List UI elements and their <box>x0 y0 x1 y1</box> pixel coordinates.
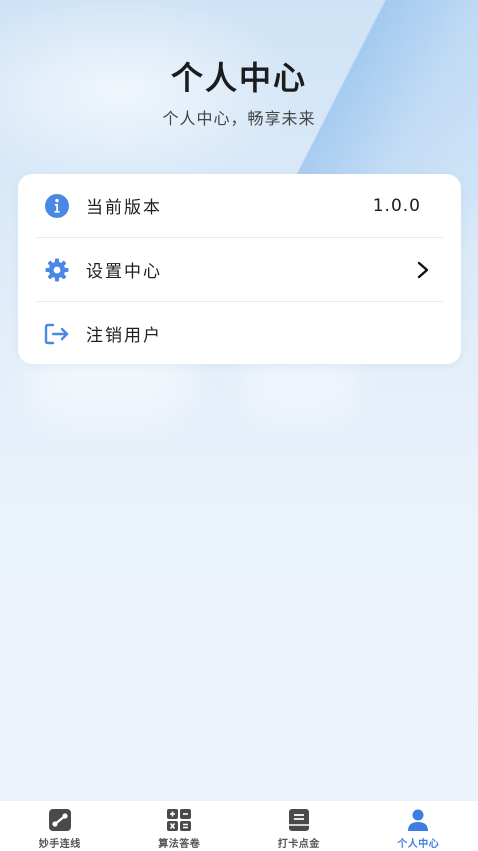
page-subtitle: 个人中心，畅享未来 <box>0 108 478 130</box>
version-row: 当前版本 1.0.0 <box>36 174 443 237</box>
calculator-icon <box>166 809 192 831</box>
settings-card: 当前版本 1.0.0 设置中心 <box>18 174 461 364</box>
page-title: 个人中心 <box>0 56 478 100</box>
tab-link-game[interactable]: 妙手连线 <box>0 801 120 851</box>
deregister-user-row[interactable]: 注销用户 <box>36 302 443 365</box>
tab-personal-center[interactable]: 个人中心 <box>359 801 478 851</box>
link-icon <box>47 809 73 831</box>
person-icon <box>405 809 431 831</box>
version-value: 1.0.0 <box>373 196 421 216</box>
tab-label: 妙手连线 <box>39 835 81 850</box>
tab-label: 个人中心 <box>397 835 439 850</box>
tab-algorithm-quiz[interactable]: 算法答卷 <box>120 801 240 851</box>
tab-label: 算法答卷 <box>158 835 200 850</box>
info-icon <box>42 191 72 221</box>
bottom-tab-bar: 妙手连线 算法答卷 打卡点金 <box>0 800 478 851</box>
book-icon <box>286 809 312 831</box>
version-label: 当前版本 <box>86 193 162 218</box>
tab-check-in[interactable]: 打卡点金 <box>239 801 359 851</box>
settings-center-row[interactable]: 设置中心 <box>36 238 443 301</box>
chevron-right-icon <box>413 260 433 280</box>
tab-label: 打卡点金 <box>278 835 320 850</box>
settings-center-label: 设置中心 <box>86 257 162 282</box>
deregister-user-label: 注销用户 <box>86 321 162 346</box>
gear-icon <box>42 255 72 285</box>
page-header: 个人中心 个人中心，畅享未来 <box>0 56 478 130</box>
logout-icon <box>42 319 72 349</box>
